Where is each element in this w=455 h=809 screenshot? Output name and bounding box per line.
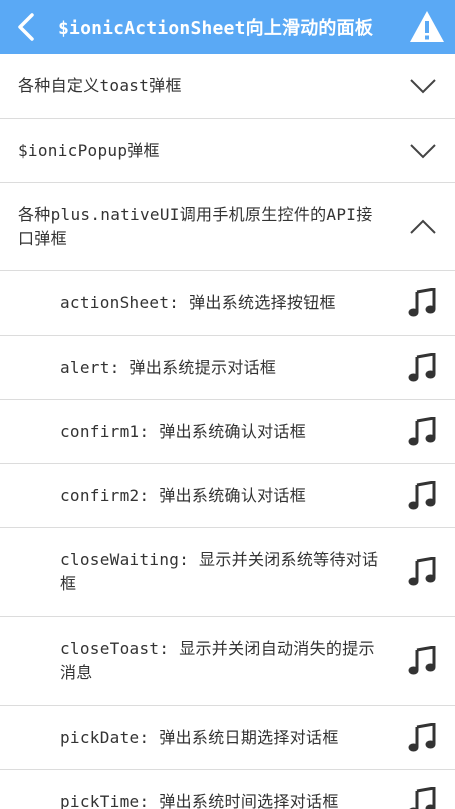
warning-icon (410, 11, 444, 42)
category-label: 各种自定义toast弹框 (18, 76, 182, 95)
music-note-icon (409, 786, 436, 809)
music-note-icon (408, 352, 436, 381)
list-item-pickdate[interactable]: pickDate: 弹出系统日期选择对话框 (0, 706, 455, 770)
page-title: $ionicActionSheet向上滑动的面板 (58, 18, 374, 39)
item-label: confirm2: 弹出系统确认对话框 (60, 485, 307, 505)
back-button[interactable] (6, 0, 46, 54)
item-label: pickDate: 弹出系统日期选择对话框 (60, 727, 339, 747)
music-note-icon (408, 480, 436, 509)
item-label: alert: 弹出系统提示对话框 (60, 357, 277, 377)
music-note-icon (408, 646, 436, 675)
list-item-alert[interactable]: alert: 弹出系统提示对话框 (0, 336, 455, 400)
list-item-closetoast[interactable]: closeToast: 显示并关闭自动消失的提示消息 (0, 617, 455, 706)
list-item-actionsheet[interactable]: actionSheet: 弹出系统选择按钮框 (0, 271, 455, 336)
category-popup[interactable]: $ionicPopup弹框 (0, 119, 455, 183)
music-note-icon (408, 288, 436, 317)
accordion-list: 各种自定义toast弹框 $ionicPopup弹框 各种plus.native… (0, 54, 455, 809)
item-label: confirm1: 弹出系统确认对话框 (60, 421, 307, 441)
category-label: 各种plus.nativeUI调用手机原生控件的API接口弹框 (18, 204, 373, 248)
item-label: closeWaiting: 显示并关闭系统等待对话框 (60, 550, 379, 593)
list-item-closewaiting[interactable]: closeWaiting: 显示并关闭系统等待对话框 (0, 528, 455, 617)
app-header: $ionicActionSheet向上滑动的面板 (0, 0, 455, 54)
music-note-icon (408, 416, 436, 445)
chevron-down-icon (410, 79, 436, 94)
list-item-confirm2[interactable]: confirm2: 弹出系统确认对话框 (0, 464, 455, 528)
warning-button[interactable] (409, 9, 445, 45)
chevron-left-icon (18, 13, 34, 41)
list-item-confirm1[interactable]: confirm1: 弹出系统确认对话框 (0, 400, 455, 464)
chevron-up-icon (410, 219, 436, 234)
chevron-down-icon (410, 143, 436, 158)
item-label: closeToast: 显示并关闭自动消失的提示消息 (60, 639, 375, 682)
list-item-picktime[interactable]: pickTime: 弹出系统时间选择对话框 (0, 770, 455, 809)
music-note-icon (408, 557, 436, 586)
music-note-icon (408, 722, 436, 751)
category-native-ui[interactable]: 各种plus.nativeUI调用手机原生控件的API接口弹框 (0, 183, 455, 271)
category-toast[interactable]: 各种自定义toast弹框 (0, 54, 455, 119)
item-label: actionSheet: 弹出系统选择按钮框 (60, 293, 336, 312)
item-label: pickTime: 弹出系统时间选择对话框 (60, 791, 339, 809)
category-label: $ionicPopup弹框 (18, 140, 160, 160)
